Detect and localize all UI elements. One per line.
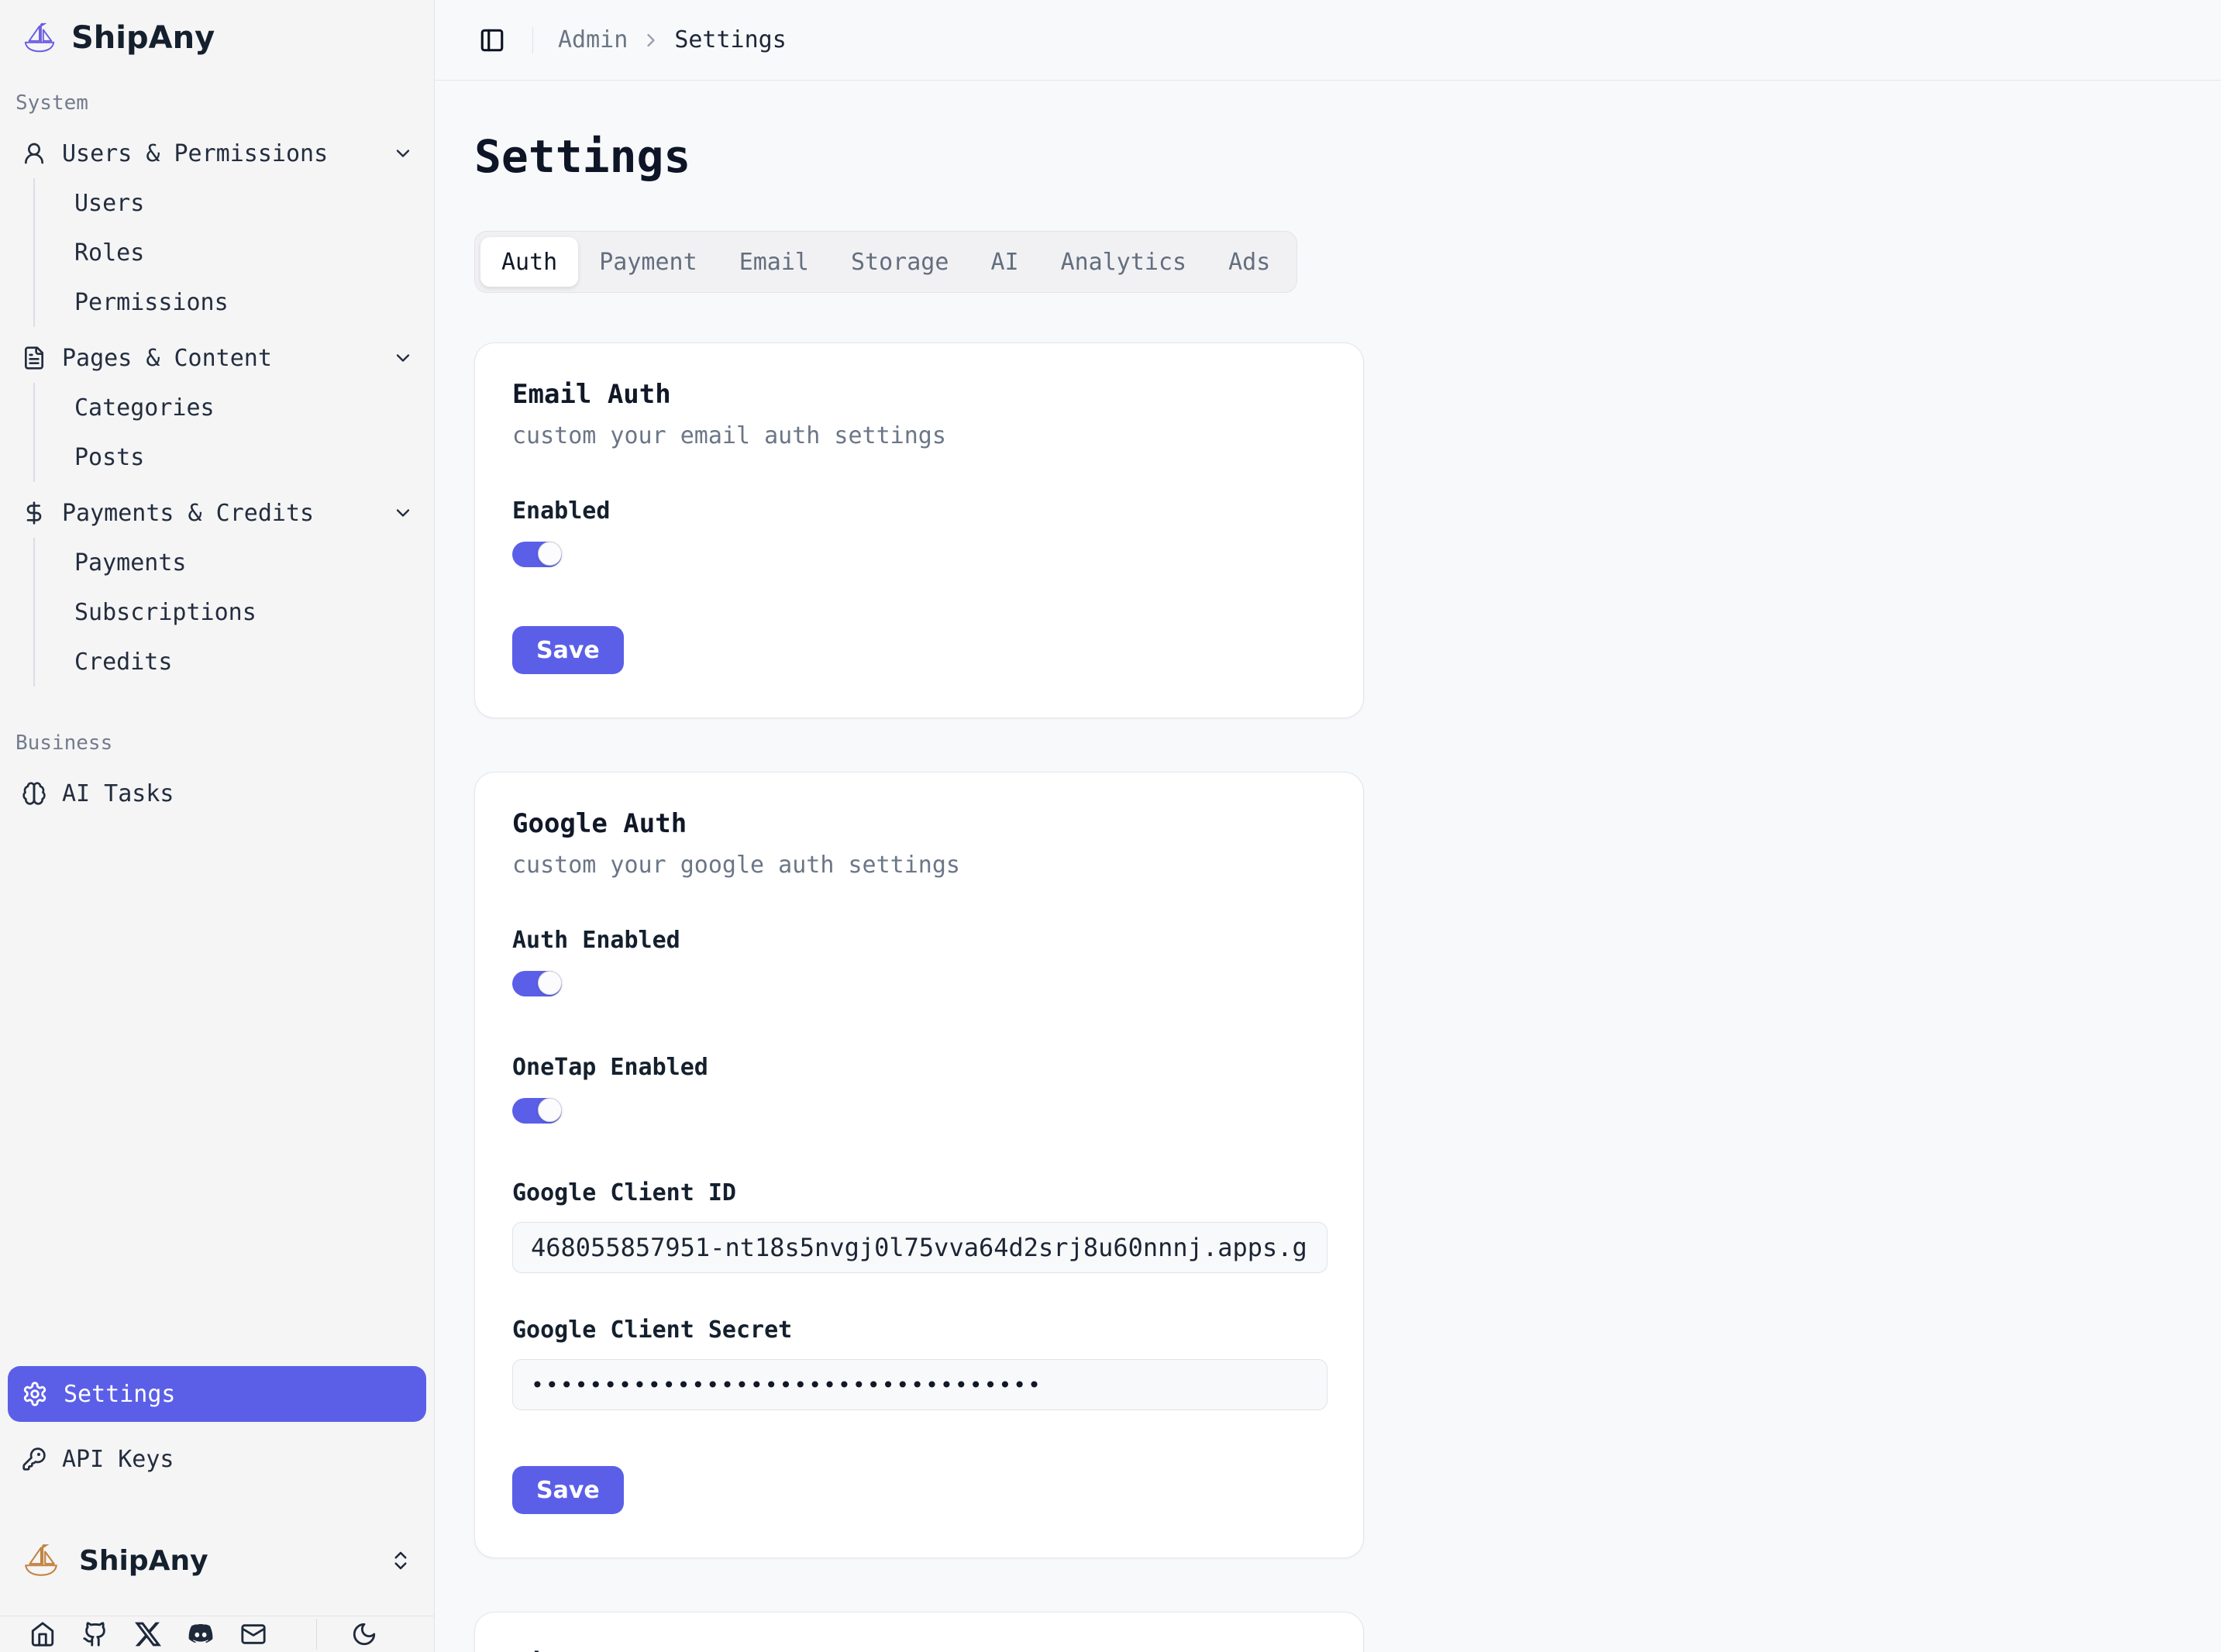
- card-subtitle: custom your google auth settings: [512, 852, 1326, 879]
- sidebar-item-credits[interactable]: Credits: [35, 637, 426, 687]
- chevron-down-icon: [392, 502, 414, 524]
- field-label: Google Client ID: [512, 1179, 1326, 1206]
- switch-thumb: [538, 1098, 562, 1122]
- card-title: Email Auth: [512, 379, 1326, 410]
- sidebar-item-categories[interactable]: Categories: [35, 383, 426, 432]
- field-label: Google Client Secret: [512, 1316, 1326, 1344]
- app-logo: ShipAny: [8, 0, 426, 56]
- moon-icon[interactable]: [351, 1621, 377, 1647]
- switch-thumb: [538, 542, 562, 566]
- sidebar-item-roles[interactable]: Roles: [35, 228, 426, 277]
- tab-storage[interactable]: Storage: [830, 237, 969, 287]
- sidebar-item-users-permissions[interactable]: Users & Permissions: [8, 129, 426, 178]
- switch-thumb: [538, 971, 562, 995]
- tab-auth[interactable]: Auth: [480, 237, 578, 287]
- card-title: Github Auth: [512, 1648, 1326, 1652]
- panel-left-icon: [479, 27, 505, 53]
- dollar-sign-icon: [22, 501, 46, 525]
- tab-analytics[interactable]: Analytics: [1040, 237, 1208, 287]
- sidebar-item-label: AI Tasks: [62, 780, 174, 807]
- github-icon[interactable]: [82, 1621, 108, 1647]
- sidebar: ShipAny System Users & Permissions Users…: [0, 0, 435, 1652]
- google-auth-card: Google Auth custom your google auth sett…: [474, 772, 1364, 1558]
- section-label-business: Business: [8, 731, 426, 755]
- icon-divider: [316, 1619, 317, 1650]
- google-auth-enabled-switch[interactable]: [512, 971, 562, 996]
- tab-list: Auth Payment Email Storage AI Analytics …: [474, 231, 1297, 293]
- gear-icon: [22, 1381, 48, 1407]
- brain-icon: [22, 781, 46, 806]
- page-title: Settings: [474, 130, 2221, 183]
- sidebar-item-payments[interactable]: Payments: [35, 538, 426, 587]
- team-name: ShipAny: [79, 1545, 208, 1577]
- email-auth-card: Email Auth custom your email auth settin…: [474, 342, 1364, 718]
- sidebar-item-permissions[interactable]: Permissions: [35, 277, 426, 327]
- tab-payment[interactable]: Payment: [578, 237, 718, 287]
- sidebar-item-label: Payments & Credits: [62, 500, 314, 527]
- cards: Email Auth custom your email auth settin…: [474, 342, 2221, 1652]
- sidebar-bottom: Settings API Keys ShipAny: [8, 1366, 426, 1652]
- chevron-down-icon: [392, 347, 414, 369]
- app-name: ShipAny: [71, 20, 215, 56]
- sidebar-item-label: Settings: [64, 1381, 176, 1408]
- field-label: Enabled: [512, 497, 1326, 525]
- file-text-icon: [22, 346, 46, 370]
- sidebar-item-ai-tasks[interactable]: AI Tasks: [8, 769, 426, 818]
- save-button[interactable]: Save: [512, 626, 624, 674]
- tab-ai[interactable]: AI: [969, 237, 1039, 287]
- sidebar-item-users[interactable]: Users: [35, 178, 426, 228]
- sidebar-subgroup: Payments Subscriptions Credits: [33, 538, 426, 687]
- main-area: Admin Settings Settings Auth Payment Ema…: [435, 0, 2221, 1652]
- sidebar-item-label: API Keys: [62, 1446, 174, 1473]
- sidebar-subgroup: Categories Posts: [33, 383, 426, 482]
- team-switcher[interactable]: ShipAny: [8, 1538, 426, 1583]
- card-title: Google Auth: [512, 808, 1326, 839]
- home-icon[interactable]: [29, 1621, 56, 1647]
- sidebar-item-settings[interactable]: Settings: [8, 1366, 426, 1422]
- header-divider: [532, 27, 533, 53]
- tab-ads[interactable]: Ads: [1207, 237, 1291, 287]
- sidebar-item-label: Users & Permissions: [62, 140, 328, 167]
- google-client-id-input[interactable]: [512, 1222, 1327, 1273]
- content: Settings Auth Payment Email Storage AI A…: [435, 81, 2221, 1652]
- section-label-system: System: [8, 91, 426, 115]
- header: Admin Settings: [435, 0, 2221, 81]
- tab-email[interactable]: Email: [718, 237, 830, 287]
- card-subtitle: custom your email auth settings: [512, 422, 1326, 449]
- sidebar-toggle-button[interactable]: [477, 25, 508, 56]
- chevron-down-icon: [392, 143, 414, 164]
- chevron-right-icon: [640, 29, 662, 51]
- sidebar-item-posts[interactable]: Posts: [35, 432, 426, 482]
- social-links: [8, 1616, 426, 1652]
- sidebar-subgroup: Users Roles Permissions: [33, 178, 426, 327]
- google-client-secret-input[interactable]: [512, 1359, 1327, 1410]
- discord-icon[interactable]: [188, 1621, 214, 1647]
- google-onetap-enabled-switch[interactable]: [512, 1098, 562, 1124]
- email-enabled-switch[interactable]: [512, 542, 562, 567]
- user-round-icon: [22, 141, 46, 166]
- x-icon[interactable]: [135, 1621, 161, 1647]
- sidebar-item-api-keys[interactable]: API Keys: [8, 1434, 426, 1484]
- sidebar-item-payments-credits[interactable]: Payments & Credits: [8, 488, 426, 538]
- sidebar-item-subscriptions[interactable]: Subscriptions: [35, 587, 426, 637]
- sailboat-icon: [22, 20, 57, 56]
- field-label: OneTap Enabled: [512, 1054, 1326, 1081]
- app-window: ShipAny System Users & Permissions Users…: [0, 0, 2221, 1652]
- chevrons-up-down-icon: [389, 1549, 412, 1572]
- sidebar-item-pages-content[interactable]: Pages & Content: [8, 333, 426, 383]
- sailboat-icon: [22, 1541, 60, 1580]
- sidebar-item-label: Pages & Content: [62, 345, 272, 372]
- key-icon: [22, 1447, 46, 1471]
- github-auth-card: Github Auth custom your github auth sett…: [474, 1612, 1364, 1652]
- save-button[interactable]: Save: [512, 1466, 624, 1514]
- field-label: Auth Enabled: [512, 927, 1326, 954]
- mail-icon[interactable]: [240, 1621, 267, 1647]
- breadcrumb-settings: Settings: [674, 26, 787, 53]
- breadcrumb-admin[interactable]: Admin: [558, 26, 628, 53]
